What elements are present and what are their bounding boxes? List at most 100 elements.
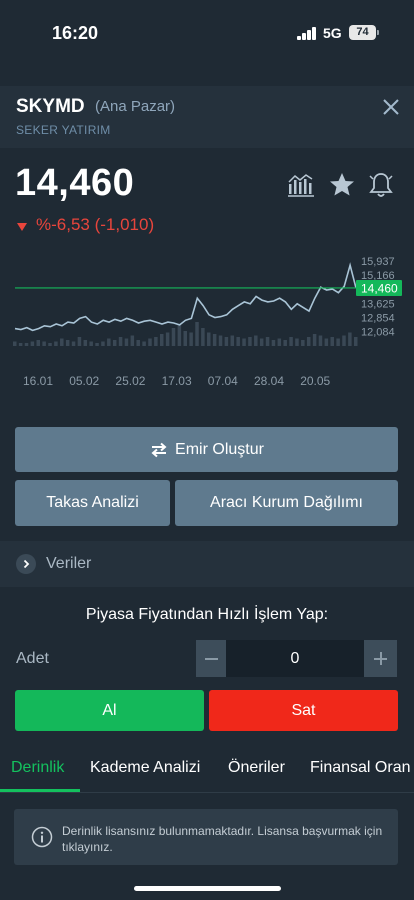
x-tick-label: 20.05: [300, 374, 330, 388]
sell-button[interactable]: Sat: [209, 690, 398, 731]
create-order-button[interactable]: Emir Oluştur: [15, 427, 398, 472]
volume-bar: [336, 338, 340, 346]
volume-bar: [301, 340, 305, 346]
volume-bar: [318, 335, 323, 346]
quantity-increment-button[interactable]: [364, 640, 397, 677]
volume-bar: [165, 332, 170, 346]
active-tab-indicator: [0, 789, 80, 792]
close-icon[interactable]: [378, 94, 404, 120]
volume-bar: [24, 343, 29, 346]
volume-bar: [183, 331, 187, 346]
tab-oneriler[interactable]: Öneriler: [228, 759, 285, 777]
volume-bar: [71, 341, 76, 346]
volume-bar: [283, 340, 287, 346]
quantity-decrement-button[interactable]: [196, 640, 226, 677]
broker-distribution-button[interactable]: Aracı Kurum Dağılımı: [175, 480, 398, 526]
status-bar: 16:20 5G 74: [0, 0, 414, 66]
x-tick-label: 05.02: [69, 374, 99, 388]
buy-button[interactable]: Al: [15, 690, 204, 731]
chevron-right-icon: [16, 554, 36, 574]
home-indicator: [134, 886, 281, 891]
x-tick-label: 25.02: [115, 374, 145, 388]
volume-bar: [124, 338, 129, 346]
volume-bar: [13, 341, 17, 346]
volume-bar: [195, 322, 199, 346]
volume-bar: [65, 340, 70, 346]
license-notice[interactable]: Derinlik lisansınız bulunmamaktadır. Lis…: [14, 809, 398, 865]
price-chart[interactable]: 15,93715,16613,62512,85412,08414,46016.0…: [0, 248, 414, 393]
swap-arrows-icon: [151, 442, 167, 457]
stock-symbol: SKYMD: [16, 96, 85, 117]
volume-bar: [42, 341, 46, 346]
bell-icon[interactable]: [366, 170, 396, 200]
info-icon: [31, 826, 53, 848]
volume-bar: [354, 337, 358, 346]
volume-bar: [295, 338, 299, 346]
buy-label: Al: [102, 701, 117, 719]
volume-bar: [54, 341, 58, 346]
volume-bar: [118, 337, 123, 346]
volume-bar: [189, 332, 193, 346]
quantity-input[interactable]: 0: [226, 640, 364, 677]
volume-bar: [136, 340, 140, 346]
x-tick-label: 07.04: [208, 374, 238, 388]
battery-nub: [377, 30, 379, 35]
volume-bar: [230, 335, 235, 346]
volume-bar: [224, 337, 229, 346]
price-line: [14, 262, 357, 332]
y-tick-label: 15,937: [361, 256, 395, 268]
volume-bar: [207, 332, 211, 346]
volume-bar: [154, 337, 158, 346]
license-notice-text: Derinlik lisansınız bulunmamaktadır. Lis…: [62, 824, 383, 854]
tab-finansal-oran[interactable]: Finansal Oran: [310, 759, 411, 777]
takas-analysis-label: Takas Analizi: [46, 494, 139, 511]
bar-chart-icon[interactable]: [286, 170, 316, 200]
volume-bar: [95, 343, 99, 346]
signal-icon: [297, 27, 317, 40]
volume-bar: [271, 340, 276, 346]
y-tick-label: 13,625: [361, 298, 395, 310]
volume-bar: [112, 340, 117, 346]
detail-tabs: Derinlik Kademe Analizi Öneriler Finansa…: [0, 745, 414, 793]
market-name: (Ana Pazar): [95, 98, 176, 115]
volume-bar: [36, 340, 41, 346]
volume-bar: [171, 328, 176, 346]
volume-bar: [30, 341, 35, 346]
volume-bar: [306, 337, 311, 346]
stock-header: SKYMD (Ana Pazar) SEKER YATIRIM: [0, 86, 414, 148]
current-price-badge-label: 14,460: [361, 281, 398, 295]
data-section-toggle[interactable]: Veriler: [0, 541, 414, 587]
volume-bar: [177, 325, 182, 346]
volume-bar: [48, 343, 52, 346]
quantity-label: Adet: [16, 650, 49, 667]
data-section-label: Veriler: [46, 555, 92, 572]
x-tick-label: 16.01: [23, 374, 53, 388]
price-change: %-6,53 (-1,010): [36, 215, 155, 234]
star-icon[interactable]: [327, 170, 357, 200]
volume-bar: [259, 338, 264, 346]
tab-derinlik[interactable]: Derinlik: [11, 759, 64, 777]
volume-bar: [265, 337, 270, 346]
volume-bar: [212, 334, 217, 346]
tab-kademe-analizi[interactable]: Kademe Analizi: [90, 759, 200, 777]
volume-bar: [101, 341, 105, 346]
create-order-label: Emir Oluştur: [175, 440, 264, 458]
volume-bar: [83, 340, 88, 346]
volume-bar: [142, 341, 146, 346]
status-time: 16:20: [52, 23, 99, 43]
volume-bar: [312, 334, 317, 346]
company-name: SEKER YATIRIM: [16, 123, 111, 137]
volume-bar: [201, 328, 205, 346]
volume-bar: [342, 335, 346, 346]
sell-label: Sat: [291, 701, 316, 719]
volume-bar: [348, 332, 352, 346]
volume-bar: [18, 343, 23, 346]
volume-bar: [130, 335, 135, 346]
x-tick-label: 17.03: [162, 374, 192, 388]
volume-bar: [77, 337, 82, 346]
takas-analysis-button[interactable]: Takas Analizi: [15, 480, 170, 526]
volume-bar: [277, 338, 282, 346]
volume-bar: [324, 338, 329, 346]
quick-trade-title: Piyasa Fiyatından Hızlı İşlem Yap:: [85, 606, 329, 623]
volume-bar: [107, 338, 111, 346]
